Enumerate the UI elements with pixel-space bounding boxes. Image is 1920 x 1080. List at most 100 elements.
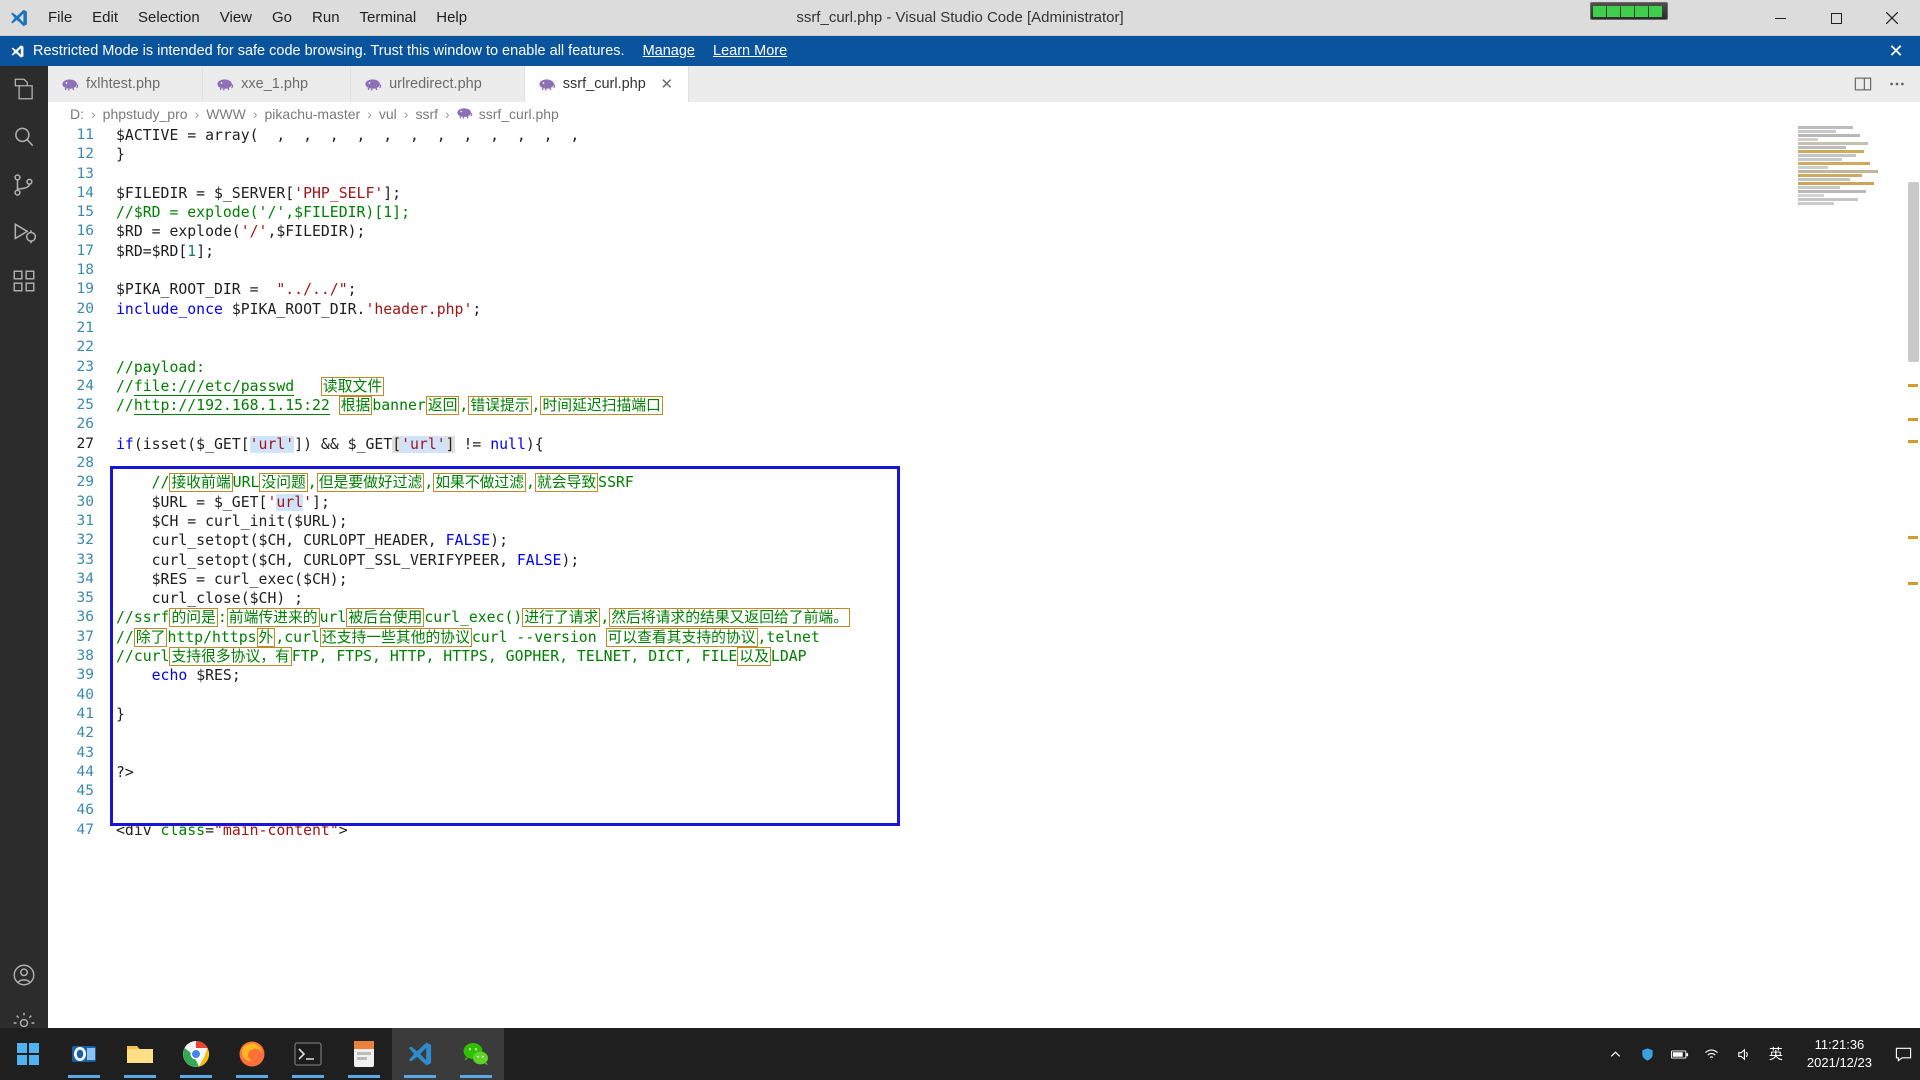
volume-icon[interactable] (1733, 1047, 1755, 1062)
taskbar-vscode-icon[interactable] (392, 1028, 448, 1080)
banner-close-icon[interactable]: ✕ (1882, 36, 1910, 66)
close-button[interactable] (1864, 0, 1920, 36)
taskbar-chrome-icon[interactable] (168, 1028, 224, 1080)
breadcrumb-item-0[interactable]: D: (68, 106, 86, 122)
taskbar-wechat-icon[interactable] (448, 1028, 504, 1080)
breadcrumb-item-3[interactable]: pikachu-master (263, 106, 363, 122)
sidebar-item-accounts[interactable] (0, 952, 48, 1000)
sidebar-item-run-and-debug[interactable] (0, 210, 48, 258)
code-line[interactable]: //ssrf 的问是: 前端传进来的 url 被后台使用 curl_exec() 进行了请求… (108, 608, 1920, 628)
taskbar-file-explorer-icon[interactable] (112, 1028, 168, 1080)
clock-time: 11:21:36 (1814, 1037, 1865, 1053)
code-line[interactable]: //$RD = explode('/',$FILEDIR)[1]; (108, 203, 1920, 222)
taskbar-terminal-icon[interactable] (280, 1028, 336, 1080)
split-editor-icon[interactable] (1854, 75, 1872, 93)
code-line[interactable]: $FILEDIR = $_SERVER['PHP_SELF']; (108, 184, 1920, 203)
notification-icon[interactable] (1892, 1046, 1914, 1063)
code-line[interactable] (108, 165, 1920, 184)
code-line[interactable]: //payload: (108, 358, 1920, 377)
battery-icon[interactable] (1669, 1048, 1691, 1061)
line-number: 40 (76, 686, 94, 703)
code-token: $RES; (187, 667, 241, 685)
code-line[interactable] (108, 261, 1920, 280)
taskbar-clock[interactable]: 11:21:36 2021/12/23 (1797, 1036, 1882, 1071)
code-line[interactable]: //除了 http/https 外 ,curl 还支持一些其他的协议 curl --ver… (108, 627, 1920, 647)
code-line[interactable]: $CH = curl_init($URL); (108, 512, 1920, 531)
minimize-button[interactable] (1752, 0, 1808, 36)
menu-terminal[interactable]: Terminal (350, 3, 427, 33)
code-line[interactable] (108, 454, 1920, 473)
code-line[interactable]: ?> (108, 763, 1920, 782)
line-number: 45 (76, 783, 94, 800)
menu-run[interactable]: Run (302, 3, 350, 33)
taskbar-outlook-icon[interactable] (56, 1028, 112, 1080)
code-line[interactable]: <div class="main-content"> (108, 821, 1920, 840)
code-line[interactable] (108, 686, 1920, 705)
code-line[interactable]: //file:///etc/passwd 读取文件 (108, 376, 1920, 396)
menu-go[interactable]: Go (262, 3, 302, 33)
editor-scrollbar[interactable] (1906, 126, 1920, 1052)
ellipsis-icon[interactable] (1888, 75, 1906, 93)
code-line[interactable]: curl_setopt($CH, CURLOPT_SSL_VERIFYPEER,… (108, 551, 1920, 570)
code-line[interactable]: } (108, 145, 1920, 164)
tab-ssrf-curl-php[interactable]: ssrf_curl.php ✕ (524, 66, 689, 102)
breadcrumb-item-5[interactable]: ssrf (413, 106, 440, 122)
code-editor[interactable]: 11 12 13 14 15 16 17 18 19 20 21 22 23 24 25 26 27 28 29 30… (48, 126, 1920, 1052)
menu-file[interactable]: File (38, 3, 82, 33)
code-token: 可以查看其支持的协议 (605, 627, 758, 647)
code-line[interactable]: curl_close($CH) ; (108, 589, 1920, 608)
code-line[interactable]: curl_setopt($CH, CURLOPT_HEADER, FALSE); (108, 531, 1920, 550)
code-line[interactable]: //http://192.168.1.15:22 根据 banner 返回, 错误提示… (108, 396, 1920, 416)
code-line[interactable]: $ACTIVE = array( , , , , , , , , , , , , (108, 126, 1920, 145)
network-icon[interactable] (1701, 1047, 1723, 1062)
code-line[interactable] (108, 724, 1920, 743)
scrollbar-thumb[interactable] (1908, 182, 1919, 362)
code-content[interactable]: $ACTIVE = array( , , , , , , , , , , , ,… (108, 126, 1920, 1052)
code-line[interactable]: include_once $PIKA_ROOT_DIR.'header.php'… (108, 300, 1920, 319)
menu-help[interactable]: Help (426, 3, 477, 33)
code-line[interactable]: //curl 支持很多协议，有 FTP, FTPS, HTTP, HTTPS, GO… (108, 647, 1920, 667)
tab-close-icon[interactable]: ✕ (658, 75, 676, 93)
code-line[interactable]: echo $RES; (108, 666, 1920, 685)
code-line[interactable]: $URL = $_GET['url']; (108, 493, 1920, 512)
maximize-button[interactable] (1808, 0, 1864, 36)
code-line[interactable]: $RES = curl_exec($CH); (108, 570, 1920, 589)
code-line[interactable]: //接收前端 URL 没问题, 但是要做好过滤, 如果不做过滤, 就会导致 SSRF (108, 473, 1920, 493)
code-line[interactable] (108, 801, 1920, 820)
menu-edit[interactable]: Edit (82, 3, 128, 33)
code-line[interactable]: } (108, 705, 1920, 724)
shield-icon[interactable] (1637, 1047, 1659, 1062)
code-line[interactable] (108, 744, 1920, 763)
sidebar-item-extensions[interactable] (0, 258, 48, 306)
banner-learn-more-link[interactable]: Learn More (713, 43, 787, 59)
code-line[interactable] (108, 338, 1920, 357)
sidebar-item-search[interactable] (0, 114, 48, 162)
code-line[interactable] (108, 319, 1920, 338)
menu-view[interactable]: View (210, 3, 262, 33)
sidebar-item-source-control[interactable] (0, 162, 48, 210)
code-line[interactable]: $RD = explode('/',$FILEDIR); (108, 222, 1920, 241)
code-line[interactable]: $PIKA_ROOT_DIR = "../../"; (108, 280, 1920, 299)
code-line[interactable]: if(isset($_GET['url']) && $_GET['url'] !… (108, 435, 1920, 454)
code-line[interactable] (108, 415, 1920, 434)
tab-xxe-1-php[interactable]: xxe_1.php ✕ (203, 66, 352, 102)
code-line[interactable]: $RD=$RD[1]; (108, 242, 1920, 261)
sidebar-item-explorer[interactable] (0, 66, 48, 114)
breadcrumb-item-2[interactable]: WWW (204, 106, 248, 122)
ime-indicator[interactable]: 英 (1765, 1044, 1787, 1064)
minimap[interactable] (1794, 126, 1906, 1052)
breadcrumb-item-4[interactable]: vul (377, 106, 399, 122)
chevron-up-icon[interactable] (1605, 1048, 1627, 1061)
code-token: banner (372, 397, 426, 415)
vscode-window: File Edit Selection View Go Run Terminal… (0, 0, 1920, 1080)
tab-urlredirect-php[interactable]: urlredirect.php ✕ (351, 66, 525, 102)
start-button[interactable] (0, 1028, 56, 1080)
taskbar-firefox-icon[interactable] (224, 1028, 280, 1080)
banner-manage-link[interactable]: Manage (643, 43, 695, 59)
breadcrumb-item-1[interactable]: phpstudy_pro (101, 106, 190, 122)
breadcrumb-item-file[interactable]: ssrf_curl.php (455, 106, 561, 122)
code-line[interactable] (108, 782, 1920, 801)
menu-selection[interactable]: Selection (128, 3, 210, 33)
taskbar-phpstudy-icon[interactable] (336, 1028, 392, 1080)
tab-fxlhtest-php[interactable]: fxlhtest.php ✕ (48, 66, 204, 102)
